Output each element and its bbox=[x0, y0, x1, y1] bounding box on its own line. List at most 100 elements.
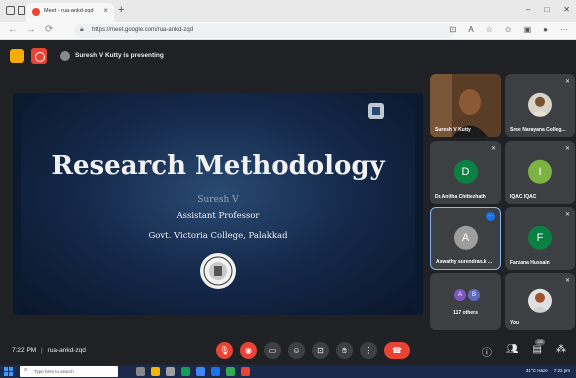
raise-hand-button[interactable]: ✋︎ bbox=[336, 342, 353, 359]
chat-icon[interactable]: ▤ bbox=[533, 344, 542, 359]
participant-tile[interactable]: ✕ I IQAC IQAC bbox=[505, 141, 575, 204]
mic-toggle-button[interactable]: 🎙︎ bbox=[216, 342, 233, 359]
powerpoint-icon[interactable] bbox=[241, 367, 250, 376]
self-photo bbox=[528, 288, 552, 313]
activities-icon[interactable]: ⁂ bbox=[556, 344, 566, 359]
menu-dots-icon[interactable]: ⋯ bbox=[560, 25, 568, 34]
others-avatar: B bbox=[468, 289, 480, 301]
url-input[interactable]: 🔒︎ https://meet.google.com/rua-ankd-zqd bbox=[74, 24, 454, 38]
others-tile[interactable]: A B 117 others bbox=[430, 273, 501, 330]
raise-hand-icon[interactable] bbox=[10, 49, 24, 63]
participant-avatar: A bbox=[453, 225, 478, 250]
windows-taskbar: ⌕ Type here to search 31°C Haze 7:22 pm bbox=[0, 365, 576, 378]
word-icon[interactable] bbox=[211, 367, 220, 376]
leave-call-button[interactable]: ☎︎ bbox=[384, 342, 410, 359]
mic-off-icon: ✕ bbox=[564, 146, 570, 152]
new-tab-button[interactable]: + bbox=[118, 4, 124, 16]
more-options-icon[interactable]: ⋯ bbox=[486, 212, 495, 221]
meet-header: Suresh V Kutty is presenting bbox=[0, 40, 576, 70]
task-view-icon[interactable] bbox=[136, 367, 145, 376]
mic-off-icon: ✕ bbox=[564, 79, 570, 85]
stop-presenting-button[interactable] bbox=[31, 48, 47, 64]
mic-off-icon: ✕ bbox=[564, 212, 570, 218]
others-count: 117 others bbox=[453, 310, 478, 316]
mic-off-icon: ✕ bbox=[564, 278, 570, 284]
participant-avatar: F bbox=[528, 225, 552, 250]
window-controls: – □ ✕ bbox=[526, 5, 570, 14]
browser-tab-strip: Meet - rua-ankd-zqd × + – □ ✕ bbox=[0, 0, 576, 22]
url-text: https://meet.google.com/rua-ankd-zqd bbox=[92, 27, 194, 33]
presentation-slide: Research Methodology Suresh V Assistant … bbox=[21, 93, 415, 315]
side-controls: ⓘ 👥︎ ▤ ⁂ bbox=[482, 344, 566, 359]
tab-close-icon[interactable]: × bbox=[103, 6, 108, 15]
participant-name: Dr.Anitha Chittezhath bbox=[435, 194, 486, 200]
emoji-button[interactable]: ☺ bbox=[288, 342, 305, 359]
tab-title: Meet - rua-ankd-zqd bbox=[44, 8, 94, 14]
present-button[interactable]: ⊡ bbox=[312, 342, 329, 359]
participant-tile[interactable]: ✕ Sree Narayana Colleg... bbox=[505, 74, 575, 137]
close-window-button[interactable]: ✕ bbox=[563, 5, 570, 14]
address-bar-row: ← → ⟳ 🔒︎ https://meet.google.com/rua-ank… bbox=[0, 22, 576, 40]
excel-icon[interactable] bbox=[226, 367, 235, 376]
forward-arrow-icon[interactable]: → bbox=[26, 24, 36, 35]
others-avatars: A B bbox=[454, 289, 480, 301]
favorites-icon[interactable]: ✩ bbox=[505, 25, 512, 34]
captions-button[interactable]: ▭ bbox=[264, 342, 281, 359]
system-tray: 31°C Haze 7:22 pm bbox=[526, 368, 570, 373]
read-aloud-icon[interactable]: ⊡ bbox=[450, 25, 457, 34]
favorite-star-icon[interactable]: ☆ bbox=[486, 25, 493, 34]
info-icon[interactable]: ⓘ bbox=[482, 344, 492, 359]
participant-photo bbox=[528, 92, 552, 117]
others-avatar: A bbox=[454, 289, 466, 301]
participant-tile[interactable]: ✕ D Dr.Anitha Chittezhath bbox=[430, 141, 501, 204]
slide-role: Assistant Professor bbox=[176, 211, 260, 221]
self-label: You bbox=[510, 320, 520, 326]
taskbar-apps bbox=[136, 367, 250, 376]
participant-tile[interactable]: Suresh V Kutty bbox=[430, 74, 501, 137]
call-controls: 🎙︎ ◉ ▭ ☺ ⊡ ✋︎ ⋮ ☎︎ bbox=[216, 342, 410, 359]
clock-time: 7:22 PM bbox=[12, 347, 37, 354]
meet-controls-bar: 7:22 PM | rua-ankd-zqd 🎙︎ ◉ ▭ ☺ ⊡ ✋︎ ⋮ ☎… bbox=[0, 335, 576, 365]
weather-text[interactable]: 31°C Haze bbox=[526, 368, 548, 373]
meeting-info: 7:22 PM | rua-ankd-zqd bbox=[12, 347, 86, 354]
mic-off-icon: ✕ bbox=[490, 146, 496, 152]
maximize-button[interactable]: □ bbox=[544, 5, 549, 14]
search-icon: ⌕ bbox=[24, 367, 28, 373]
tab-search-icon[interactable] bbox=[18, 6, 25, 15]
tray-clock[interactable]: 7:22 pm bbox=[554, 368, 570, 373]
college-crest-icon bbox=[368, 103, 384, 119]
store-icon[interactable] bbox=[166, 367, 175, 376]
self-tile[interactable]: ✕ You bbox=[505, 273, 575, 330]
more-options-button[interactable]: ⋮ bbox=[360, 342, 377, 359]
people-icon[interactable]: 👥︎ bbox=[506, 344, 519, 359]
back-arrow-icon[interactable]: ← bbox=[8, 24, 18, 35]
presentation-stage: Research Methodology Suresh V Assistant … bbox=[13, 93, 423, 315]
participant-avatar: I bbox=[528, 159, 552, 184]
lock-icon: 🔒︎ bbox=[80, 26, 84, 33]
chrome-icon[interactable] bbox=[196, 367, 205, 376]
slide-title: Research Methodology bbox=[51, 151, 385, 181]
reload-icon[interactable]: ⟳ bbox=[45, 24, 53, 35]
participant-name: Farzana Hussain bbox=[510, 260, 550, 266]
minimize-button[interactable]: – bbox=[526, 5, 530, 14]
slide-institution: Govt. Victoria College, Palakkad bbox=[148, 231, 288, 241]
file-explorer-icon[interactable] bbox=[151, 367, 160, 376]
participant-avatar: D bbox=[453, 159, 478, 184]
participant-name: Sree Narayana Colleg... bbox=[510, 127, 566, 133]
windows-start-icon[interactable] bbox=[4, 367, 13, 376]
participant-tile[interactable]: ✕ F Farzana Hussain bbox=[505, 207, 575, 270]
tab-actions-icon[interactable] bbox=[6, 6, 15, 15]
edge-icon[interactable] bbox=[181, 367, 190, 376]
search-placeholder: Type here to search bbox=[34, 369, 74, 374]
camera-toggle-button[interactable]: ◉ bbox=[240, 342, 257, 359]
taskbar-search-input[interactable]: ⌕ Type here to search bbox=[20, 366, 118, 377]
profile-icon[interactable]: ● bbox=[543, 25, 548, 34]
college-seal-icon bbox=[200, 253, 236, 289]
participant-name: Suresh V Kutty bbox=[435, 127, 471, 133]
presenter-avatar bbox=[60, 51, 70, 61]
participant-name: Aswathy surendran.k ... bbox=[436, 259, 493, 265]
participant-tile-active[interactable]: ⋯ A Aswathy surendran.k ... bbox=[430, 207, 501, 270]
font-size-icon[interactable]: A bbox=[468, 25, 473, 34]
collections-icon[interactable]: ▣ bbox=[524, 25, 532, 34]
browser-tab[interactable]: Meet - rua-ankd-zqd × bbox=[26, 3, 114, 22]
